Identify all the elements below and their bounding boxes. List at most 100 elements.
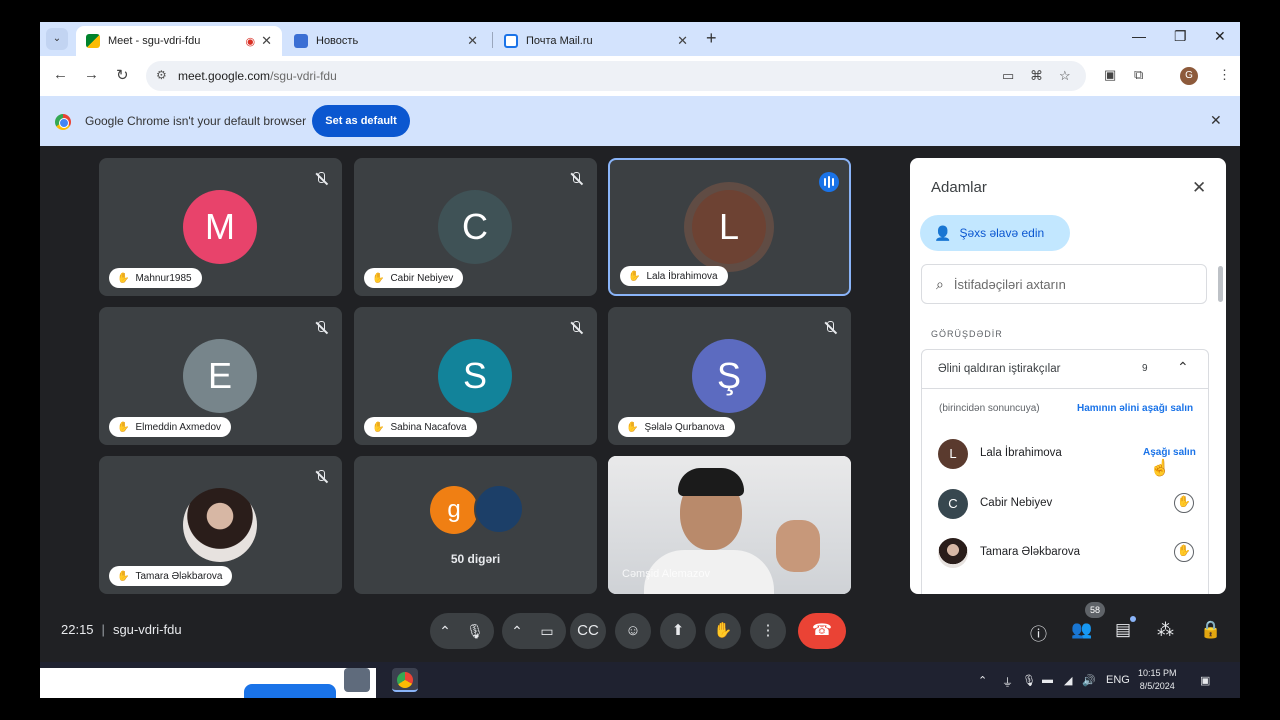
emoji-icon[interactable]: ☺ (615, 613, 651, 649)
forward-icon[interactable]: → (84, 66, 99, 83)
others-tile[interactable]: g 50 digəri (354, 456, 597, 594)
participant-row[interactable]: L Lala İbrahimova Aşağı salın ☝ (922, 434, 1210, 477)
meeting-time: 22:15 (61, 622, 94, 637)
participant-tile[interactable]: ✋ Tamara Ələkbarova (99, 456, 342, 594)
tab-search-button[interactable]: ⌄ (46, 28, 68, 50)
chevron-up-icon[interactable]: ⌃ (430, 623, 460, 640)
extensions-icon[interactable]: ⧉ (1134, 67, 1143, 83)
address-bar[interactable]: ⚙ meet.google.com/sgu-vdri-fdu ▭ ⌘ ☆ (146, 61, 1086, 91)
usb-icon[interactable]: ⏚ (1002, 674, 1013, 690)
minimize-icon[interactable]: — (1132, 28, 1146, 44)
battery-icon[interactable]: ▬ (1042, 674, 1053, 686)
close-icon[interactable]: ✕ (677, 33, 688, 49)
people-search-input[interactable]: ⌕ İstifadəçiləri axtarın (921, 264, 1207, 304)
mic-tray-icon[interactable]: 🎙 (1022, 674, 1036, 687)
participant-tile[interactable]: C ✋ Cabir Nebiyev (354, 158, 597, 296)
set-default-button[interactable]: Set as default (312, 105, 410, 137)
microphone-icon[interactable]: 🎙 (460, 623, 490, 640)
reload-icon[interactable]: ↻ (116, 66, 129, 84)
chrome-logo-icon (397, 672, 413, 688)
raised-hands-group-header[interactable]: Əlini qaldıran iştirakçılar 9 ⌃ (921, 349, 1209, 389)
site-info-icon[interactable]: ⚙ (156, 68, 167, 82)
present-screen-icon[interactable]: ⬆ (660, 613, 696, 649)
screen: ⌄ Meet - sgu-vdri-fdu ◉ ✕ Новость ✕ Почт… (40, 22, 1240, 698)
captions-icon[interactable]: CC (570, 613, 606, 649)
tab-title: Почта Mail.ru (526, 35, 593, 47)
group-count: 9 (1142, 363, 1148, 374)
panel-close-icon[interactable]: ✕ (1192, 178, 1206, 198)
participant-tile[interactable]: Ş ✋ Şəlalə Qurbanova (608, 307, 851, 445)
camera-icon[interactable]: ▭ (532, 623, 562, 640)
lower-all-hands-button[interactable]: Hamının əlini aşağı salın (1077, 403, 1193, 414)
self-video-tile[interactable]: Cəmşid Alemazov (608, 456, 851, 594)
add-people-button[interactable]: 👤 Şəxs əlavə edin (920, 215, 1070, 251)
translate-icon[interactable]: ⌘ (1030, 68, 1043, 84)
chevron-up-icon[interactable]: ⌃ (502, 623, 532, 640)
more-options-icon[interactable]: ⋮ (750, 613, 786, 649)
camera-control[interactable]: ⌃ ▭ (502, 613, 566, 649)
name-chip: ✋ Cabir Nebiyev (364, 268, 464, 288)
chevron-up-icon[interactable]: ⌃ (1177, 359, 1189, 376)
tab-mail[interactable]: Почта Mail.ru ✕ (494, 26, 698, 56)
url-path: /sgu-vdri-fdu (270, 69, 337, 83)
others-count-label: 50 digəri (450, 552, 501, 566)
participant-tile[interactable]: M ✋ Mahnur1985 (99, 158, 342, 296)
tab-news[interactable]: Новость ✕ (284, 26, 488, 56)
tray-expand-icon[interactable]: ⌃ (978, 674, 987, 687)
end-call-icon[interactable]: ☎ (798, 613, 846, 649)
tab-title: Новость (316, 35, 359, 47)
photo-avatar (183, 488, 257, 562)
chrome-taskbar-icon[interactable] (392, 668, 418, 692)
default-browser-infobar: Google Chrome isn't your default browser… (40, 96, 1240, 146)
language-indicator[interactable]: ENG (1106, 674, 1130, 686)
participant-tile[interactable]: S ✋ Sabina Nacafova (354, 307, 597, 445)
restore-icon[interactable]: ❐ (1174, 28, 1187, 45)
microphone-control[interactable]: ⌃ 🎙 (430, 613, 494, 649)
raised-hand-icon: ✋ (372, 421, 385, 433)
window-close-icon[interactable]: ✕ (1214, 28, 1226, 45)
participant-name: Cabir Nebiyev (390, 272, 454, 284)
chat-icon[interactable]: ▤ (1115, 620, 1131, 640)
raised-hand-icon: ✋ (117, 272, 130, 284)
participant-name: Sabina Nacafova (390, 421, 467, 433)
lower-hand-button[interactable]: Aşağı salın (1143, 447, 1196, 458)
host-controls-icon[interactable]: 🔒 (1200, 620, 1221, 640)
taskbar-app[interactable] (344, 668, 370, 692)
back-icon[interactable]: ← (53, 66, 68, 83)
meeting-details-icon[interactable]: ⓘ (1030, 620, 1047, 645)
mic-off-icon (314, 321, 328, 335)
volume-icon[interactable]: 🔊 (1082, 674, 1096, 687)
raise-hand-icon[interactable]: ✋ (705, 613, 741, 649)
avatar: C (938, 489, 968, 519)
menu-icon[interactable]: ⋮ (1218, 67, 1231, 83)
network-icon[interactable]: ◢ (1064, 674, 1072, 687)
close-icon[interactable]: ✕ (467, 33, 478, 49)
search-icon: ⌕ (936, 275, 944, 292)
infobar-close-icon[interactable]: ✕ (1210, 112, 1222, 129)
avatar: C (438, 190, 512, 264)
people-panel: Adamlar ✕ 👤 Şəxs əlavə edin ⌕ İstifadəçilə… (910, 158, 1226, 594)
taskbar-clock[interactable]: 10:15 PM 8/5/2024 (1138, 667, 1177, 693)
cast-icon[interactable]: ▭ (1002, 68, 1014, 84)
close-icon[interactable]: ✕ (261, 33, 272, 49)
url-text: meet.google.com/sgu-vdri-fdu (178, 69, 337, 83)
participant-tile-speaking[interactable]: L ✋ Lala İbrahimova (608, 158, 851, 296)
participant-tile[interactable]: E ✋ Elmeddin Axmedov (99, 307, 342, 445)
activities-icon[interactable]: ⁂ (1157, 620, 1174, 640)
participant-row[interactable]: Tamara Ələkbarova ✋ (922, 533, 1210, 573)
name-chip: ✋ Sabina Nacafova (364, 417, 477, 437)
people-icon[interactable]: 👥 (1071, 620, 1092, 640)
windows-taskbar: ⌃ ⏚ 🎙 ▬ ◢ 🔊 ENG 10:15 PM 8/5/2024 ▣ (40, 662, 1240, 698)
participant-row[interactable]: C Cabir Nebiyev ✋ (922, 484, 1210, 524)
new-tab-button[interactable]: + (706, 28, 717, 48)
tab-strip: ⌄ Meet - sgu-vdri-fdu ◉ ✕ Новость ✕ Почт… (40, 22, 1240, 56)
notifications-icon[interactable]: ▣ (1200, 674, 1210, 687)
tab-title: Meet - sgu-vdri-fdu (108, 35, 201, 47)
tab-meet[interactable]: Meet - sgu-vdri-fdu ◉ ✕ (76, 26, 282, 56)
profile-avatar[interactable]: G (1180, 67, 1198, 85)
bookmark-star-icon[interactable]: ☆ (1059, 68, 1071, 84)
search-placeholder: İstifadəçiləri axtarın (953, 276, 1066, 292)
media-icon[interactable]: ▣ (1104, 67, 1116, 83)
panel-scrollbar[interactable] (1218, 266, 1223, 302)
raised-hand-icon: ✋ (117, 421, 130, 433)
